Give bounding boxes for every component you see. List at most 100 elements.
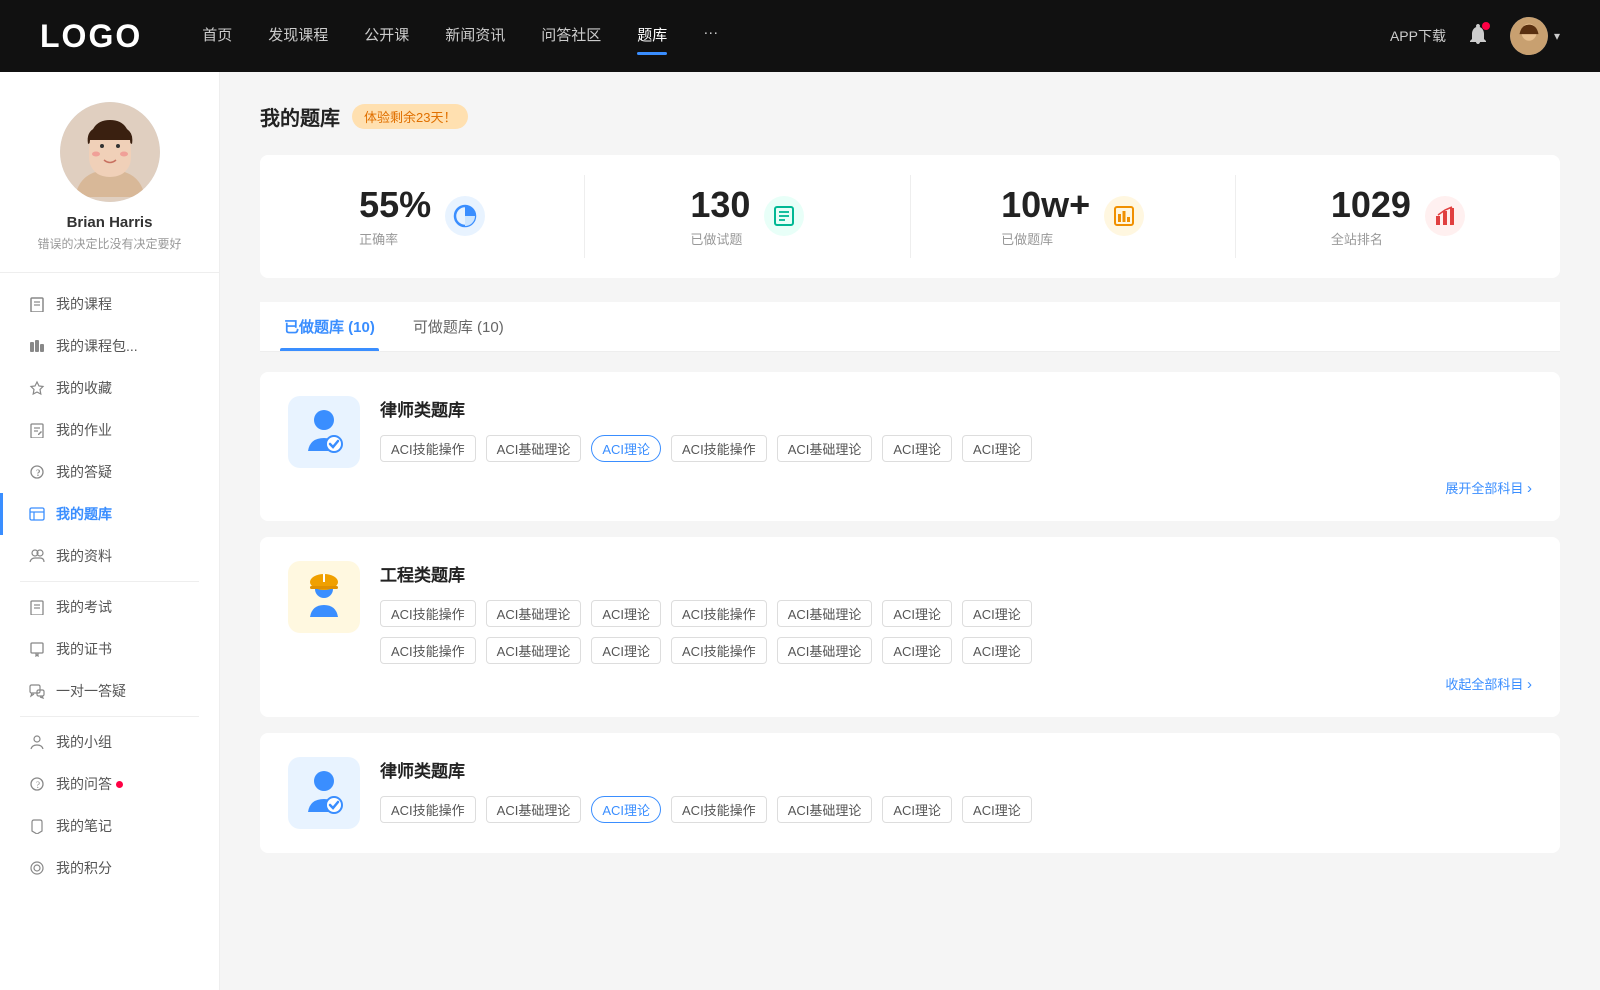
page-title: 我的题库 xyxy=(260,102,340,131)
avatar xyxy=(1510,17,1548,55)
stat-site-rank: 1029 全站排名 xyxy=(1236,175,1560,258)
sidebar-item-favorites[interactable]: 我的收藏 xyxy=(0,367,219,409)
tag-item[interactable]: ACI技能操作 xyxy=(671,796,767,823)
tag-item[interactable]: ACI基础理论 xyxy=(486,796,582,823)
tag-item[interactable]: ACI理论 xyxy=(882,600,952,627)
groups-icon xyxy=(28,733,46,751)
sidebar-item-questionbank[interactable]: 我的题库 xyxy=(0,493,219,535)
tag-item[interactable]: ACI理论 xyxy=(962,637,1032,664)
tag-item[interactable]: ACI理论 xyxy=(591,600,661,627)
user-avatar-menu[interactable]: ▾ xyxy=(1510,17,1560,55)
tag-item[interactable]: ACI基础理论 xyxy=(777,637,873,664)
sidebar-item-my-questions[interactable]: ? 我的问答 xyxy=(0,763,219,805)
sidebar-nav: 我的课程 我的课程包... 我的收藏 我的作业 xyxy=(0,273,219,899)
notification-bell[interactable] xyxy=(1466,22,1490,51)
sidebar-item-certificate[interactable]: 我的证书 xyxy=(0,628,219,670)
profile-motto: 错误的决定比没有决定要好 xyxy=(37,235,181,252)
expand-link-lawyer-1[interactable]: 展开全部科目 › xyxy=(288,478,1532,497)
qbank-lawyer-1-title: 律师类题库 xyxy=(380,396,1532,421)
tag-item[interactable]: ACI技能操作 xyxy=(671,637,767,664)
sidebar-item-qa[interactable]: ? 我的答疑 xyxy=(0,451,219,493)
sidebar-item-profile-data[interactable]: 我的资料 xyxy=(0,535,219,577)
tag-item[interactable]: ACI基础理论 xyxy=(777,796,873,823)
sidebar-divider-2 xyxy=(20,716,199,717)
qa-icon: ? xyxy=(28,463,46,481)
sidebar-label-my-courses: 我的课程 xyxy=(56,294,112,314)
qbank-engineer-icon-wrap xyxy=(288,561,360,633)
sidebar-item-my-courses[interactable]: 我的课程 xyxy=(0,283,219,325)
tag-item[interactable]: ACI基础理论 xyxy=(777,435,873,462)
main-layout: Brian Harris 错误的决定比没有决定要好 我的课程 我的课程包... xyxy=(0,72,1600,990)
tag-item[interactable]: ACI理论 xyxy=(882,796,952,823)
qbank-lawyer-2-icon-wrap xyxy=(288,757,360,829)
sidebar-item-points[interactable]: 我的积分 xyxy=(0,847,219,889)
stat-done-questions: 130 已做试题 xyxy=(585,175,910,258)
tag-item[interactable]: ACI理论 xyxy=(962,435,1032,462)
tab-done-banks[interactable]: 已做题库 (10) xyxy=(280,302,379,351)
logo[interactable]: LOGO xyxy=(40,18,142,55)
sidebar-label-groups: 我的小组 xyxy=(56,732,112,752)
sidebar-item-groups[interactable]: 我的小组 xyxy=(0,721,219,763)
qbank-card-lawyer-1: 律师类题库 ACI技能操作 ACI基础理论 ACI理论 ACI技能操作 ACI基… xyxy=(260,372,1560,521)
tag-item[interactable]: ACI基础理论 xyxy=(777,600,873,627)
qbank-engineer-title: 工程类题库 xyxy=(380,561,1532,586)
tag-item[interactable]: ACI理论 xyxy=(882,435,952,462)
tag-item[interactable]: ACI理论 xyxy=(962,600,1032,627)
avatar-chevron-icon: ▾ xyxy=(1554,29,1560,43)
lawyer-icon xyxy=(298,406,350,458)
tag-item[interactable]: ACI基础理论 xyxy=(486,600,582,627)
tag-item[interactable]: ACI技能操作 xyxy=(380,435,476,462)
tag-item[interactable]: ACI基础理论 xyxy=(486,435,582,462)
stat-accuracy-value: 55% xyxy=(359,185,431,225)
questions-notification-dot xyxy=(116,781,123,788)
stat-done-questions-value: 130 xyxy=(690,185,750,225)
tag-item[interactable]: ACI技能操作 xyxy=(380,796,476,823)
sidebar-label-1v1-qa: 一对一答疑 xyxy=(56,681,126,701)
expand-chevron-icon: › xyxy=(1527,480,1532,497)
tab-available-banks[interactable]: 可做题库 (10) xyxy=(409,302,508,351)
nav-questionbank[interactable]: 题库 xyxy=(637,24,667,49)
sidebar-item-1v1-qa[interactable]: 一对一答疑 xyxy=(0,670,219,712)
rank-chart-icon xyxy=(1433,204,1457,228)
tag-item[interactable]: ACI理论 xyxy=(962,796,1032,823)
tag-item-active[interactable]: ACI理论 xyxy=(591,796,661,823)
tag-item[interactable]: ACI技能操作 xyxy=(671,435,767,462)
sidebar-item-exam[interactable]: 我的考试 xyxy=(0,586,219,628)
nav-home[interactable]: 首页 xyxy=(202,24,232,49)
stats-row: 55% 正确率 130 已做试题 xyxy=(260,155,1560,278)
1v1-qa-icon xyxy=(28,682,46,700)
tag-item[interactable]: ACI技能操作 xyxy=(380,600,476,627)
sidebar-label-course-packages: 我的课程包... xyxy=(56,336,138,356)
tag-item[interactable]: ACI理论 xyxy=(882,637,952,664)
qbank-lawyer-1-tags: ACI技能操作 ACI基础理论 ACI理论 ACI技能操作 ACI基础理论 AC… xyxy=(380,435,1532,462)
collapse-link-engineer[interactable]: 收起全部科目 › xyxy=(288,674,1532,693)
nav-discover[interactable]: 发现课程 xyxy=(268,24,328,49)
stat-done-banks: 10w+ 已做题库 xyxy=(911,175,1236,258)
tag-item[interactable]: ACI理论 xyxy=(591,637,661,664)
nav-news[interactable]: 新闻资讯 xyxy=(445,24,505,49)
nav-qa[interactable]: 问答社区 xyxy=(541,24,601,49)
tag-item[interactable]: ACI技能操作 xyxy=(671,600,767,627)
qbank-engineer-tags-row2: ACI技能操作 ACI基础理论 ACI理论 ACI技能操作 ACI基础理论 AC… xyxy=(380,637,1532,664)
favorites-icon xyxy=(28,379,46,397)
homework-icon xyxy=(28,421,46,439)
top-nav: LOGO 首页 发现课程 公开课 新闻资讯 问答社区 题库 ··· APP下载 xyxy=(0,0,1600,72)
sidebar-label-profile-data: 我的资料 xyxy=(56,546,112,566)
my-courses-icon xyxy=(28,295,46,313)
nav-right: APP下载 ▾ xyxy=(1390,17,1560,55)
sidebar-label-qa: 我的答疑 xyxy=(56,462,112,482)
collapse-chevron-icon: › xyxy=(1527,676,1532,693)
page-header: 我的题库 体验剩余23天！ xyxy=(260,102,1560,131)
app-download-link[interactable]: APP下载 xyxy=(1390,26,1446,46)
notes-icon xyxy=(28,817,46,835)
tag-item[interactable]: ACI基础理论 xyxy=(486,637,582,664)
tag-item[interactable]: ACI技能操作 xyxy=(380,637,476,664)
nav-open-course[interactable]: 公开课 xyxy=(364,24,409,49)
sidebar-item-course-packages[interactable]: 我的课程包... xyxy=(0,325,219,367)
engineer-icon xyxy=(298,571,350,623)
sidebar-item-notes[interactable]: 我的笔记 xyxy=(0,805,219,847)
nav-more[interactable]: ··· xyxy=(703,24,718,49)
sidebar-item-homework[interactable]: 我的作业 xyxy=(0,409,219,451)
qbank-lawyer-2-title: 律师类题库 xyxy=(380,757,1532,782)
tag-item-active[interactable]: ACI理论 xyxy=(591,435,661,462)
